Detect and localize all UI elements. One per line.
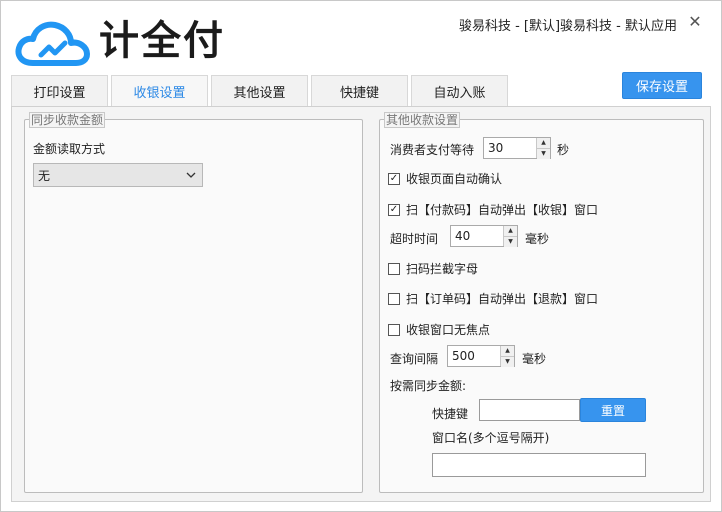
close-icon[interactable]: ✕ bbox=[687, 13, 703, 31]
scan-order-popup-label: 扫【订单码】自动弹出【退款】窗口 bbox=[406, 292, 599, 306]
window-title: 骏易科技 - [默认]骏易科技 - 默认应用 bbox=[458, 19, 677, 34]
timeout-unit: 毫秒 bbox=[525, 232, 550, 246]
sync-amount-label: 按需同步金额: bbox=[390, 379, 467, 393]
timeout-label: 超时时间 bbox=[390, 232, 439, 246]
timeout-stepper[interactable]: 40 ▲ ▼ bbox=[450, 225, 518, 247]
wait-stepper[interactable]: 30 ▲ ▼ bbox=[483, 137, 551, 159]
scan-order-popup-checkbox[interactable]: 扫【订单码】自动弹出【退款】窗口 bbox=[388, 290, 598, 307]
intercept-letters-checkbox[interactable]: 扫码拦截字母 bbox=[388, 260, 478, 277]
read-mode-select[interactable]: 无 bbox=[33, 163, 203, 187]
tab-cashier-settings[interactable]: 收银设置 bbox=[111, 75, 208, 107]
tab-other-settings[interactable]: 其他设置 bbox=[211, 75, 308, 107]
arrow-up-icon[interactable]: ▲ bbox=[504, 226, 517, 236]
read-mode-value: 无 bbox=[38, 168, 51, 183]
brand-name: 计全付 bbox=[99, 18, 225, 64]
wait-unit: 秒 bbox=[557, 143, 570, 157]
read-mode-label: 金额读取方式 bbox=[33, 142, 106, 156]
settings-tabs: 打印设置 收银设置 其他设置 快捷键 自动入账 bbox=[11, 75, 511, 107]
auto-confirm-label: 收银页面自动确认 bbox=[406, 172, 503, 186]
interval-stepper[interactable]: 500 ▲ ▼ bbox=[447, 345, 515, 367]
window-name-input[interactable] bbox=[432, 453, 646, 477]
checkmark-icon: ✓ bbox=[388, 172, 400, 185]
sync-amount-group: 同步收款金额 金额读取方式 无 bbox=[24, 112, 363, 493]
arrow-down-icon[interactable]: ▼ bbox=[537, 148, 550, 159]
reset-button[interactable]: 重置 bbox=[580, 398, 646, 422]
timeout-value: 40 bbox=[455, 229, 471, 243]
tab-print-settings[interactable]: 打印设置 bbox=[11, 75, 108, 107]
arrow-down-icon[interactable]: ▼ bbox=[504, 236, 517, 247]
no-focus-label: 收银窗口无焦点 bbox=[406, 323, 491, 337]
hotkey-input[interactable] bbox=[479, 399, 580, 421]
interval-value: 500 bbox=[452, 349, 475, 363]
no-focus-checkbox[interactable]: 收银窗口无焦点 bbox=[388, 321, 490, 338]
chevron-down-icon bbox=[186, 168, 196, 182]
arrow-down-icon[interactable]: ▼ bbox=[501, 356, 514, 367]
intercept-letters-label: 扫码拦截字母 bbox=[406, 262, 479, 276]
interval-unit: 毫秒 bbox=[522, 352, 547, 366]
save-settings-button[interactable]: 保存设置 bbox=[622, 72, 702, 99]
arrow-up-icon[interactable]: ▲ bbox=[537, 138, 550, 148]
wait-label: 消费者支付等待 bbox=[390, 143, 475, 157]
tab-auto-posting[interactable]: 自动入账 bbox=[411, 75, 508, 107]
tab-hotkeys[interactable]: 快捷键 bbox=[311, 75, 408, 107]
scan-pay-popup-checkbox[interactable]: ✓ 扫【付款码】自动弹出【收银】窗口 bbox=[388, 201, 598, 218]
scan-pay-popup-label: 扫【付款码】自动弹出【收银】窗口 bbox=[406, 203, 599, 217]
tab-content-panel: 同步收款金额 金额读取方式 无 其他收款设置 消费者支付等待 30 ▲ ▼ 秒 bbox=[11, 106, 711, 502]
app-window: 计全付 骏易科技 - [默认]骏易科技 - 默认应用 ✕ 打印设置 收银设置 其… bbox=[0, 0, 722, 512]
checkmark-icon: ✓ bbox=[388, 203, 400, 216]
other-payment-group: 其他收款设置 消费者支付等待 30 ▲ ▼ 秒 ✓ 收银页面自动确认 ✓ 扫【付… bbox=[379, 112, 704, 493]
window-name-label: 窗口名(多个逗号隔开) bbox=[432, 431, 550, 445]
arrow-up-icon[interactable]: ▲ bbox=[501, 346, 514, 356]
auto-confirm-checkbox[interactable]: ✓ 收银页面自动确认 bbox=[388, 170, 502, 187]
wait-value: 30 bbox=[488, 141, 504, 155]
group-title: 其他收款设置 bbox=[384, 112, 461, 128]
interval-label: 查询间隔 bbox=[390, 352, 439, 366]
group-title: 同步收款金额 bbox=[29, 112, 106, 128]
hotkey-label: 快捷键 bbox=[432, 407, 469, 421]
cloud-logo-icon bbox=[15, 19, 93, 67]
